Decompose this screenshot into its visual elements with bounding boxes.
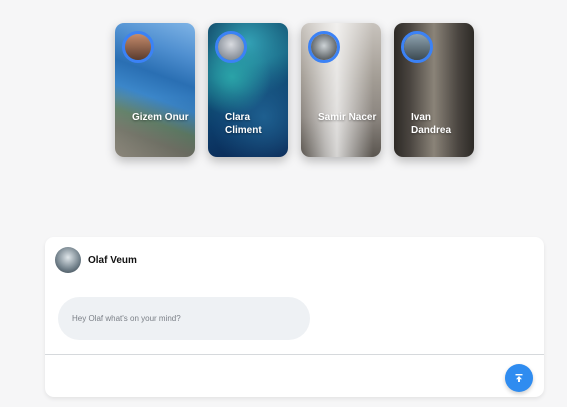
story-card[interactable]: Samir Nacer bbox=[301, 23, 381, 157]
composer-user-name: Olaf Veum bbox=[88, 255, 137, 266]
story-card[interactable]: Gizem Onur bbox=[115, 23, 195, 157]
submit-button[interactable] bbox=[505, 364, 533, 392]
stories-row: Gizem Onur Clara Climent Samir Nacer Iva… bbox=[115, 23, 474, 157]
story-name: Ivan Dandrea bbox=[411, 112, 452, 136]
story-name: Samir Nacer bbox=[318, 112, 377, 123]
upload-arrow-icon bbox=[515, 374, 523, 382]
story-card[interactable]: Clara Climent bbox=[208, 23, 288, 157]
post-composer: Olaf Veum bbox=[45, 237, 544, 397]
story-avatar bbox=[308, 31, 340, 63]
post-input[interactable] bbox=[58, 297, 310, 340]
story-name: Clara Climent bbox=[225, 112, 262, 136]
story-avatar bbox=[401, 31, 433, 63]
story-avatar bbox=[215, 31, 247, 63]
divider bbox=[45, 354, 544, 355]
story-name: Gizem Onur bbox=[132, 112, 189, 123]
story-card[interactable]: Ivan Dandrea bbox=[394, 23, 474, 157]
avatar bbox=[55, 247, 81, 273]
story-avatar bbox=[122, 31, 154, 63]
